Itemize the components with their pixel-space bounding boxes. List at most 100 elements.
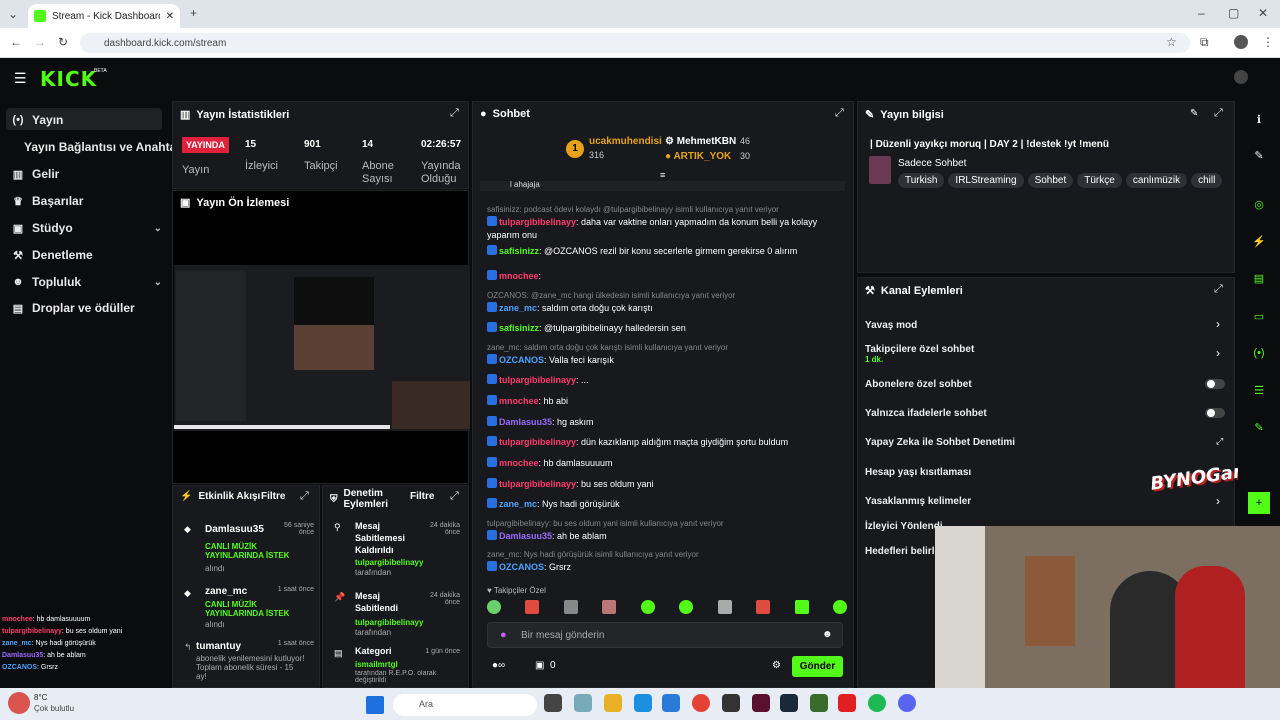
- expand-icon[interactable]: ⤢: [835, 107, 844, 120]
- mod-filter-button[interactable]: Filtre: [410, 491, 434, 502]
- extensions-icon[interactable]: ⧉: [1200, 35, 1209, 50]
- edit-icon[interactable]: ✎: [1190, 108, 1198, 119]
- new-tab-icon[interactable]: +: [190, 6, 197, 20]
- app-icon[interactable]: [810, 694, 828, 712]
- chat-username[interactable]: OZCANOS: [499, 355, 544, 365]
- send-button[interactable]: Gönder: [792, 656, 843, 677]
- chat-username[interactable]: mnochee: [499, 271, 539, 281]
- app-icon[interactable]: [662, 694, 680, 712]
- emote-icon[interactable]: [794, 600, 809, 614]
- obs-icon[interactable]: [722, 694, 740, 712]
- expand-icon[interactable]: ⤢: [450, 490, 459, 503]
- app-icon[interactable]: [574, 694, 592, 712]
- edge-icon[interactable]: [634, 694, 652, 712]
- ai-moderation-setting[interactable]: Yapay Zeka ile Sohbet Denetimi: [865, 437, 1015, 448]
- tab-close-icon[interactable]: ✕: [166, 11, 174, 22]
- taskbar-search[interactable]: Ara: [393, 694, 537, 716]
- taskview-icon[interactable]: [544, 694, 562, 712]
- chat-username[interactable]: tulpargibibelinayy: [499, 437, 576, 447]
- set-goals-setting[interactable]: Hedefleri belirle: [865, 546, 940, 557]
- sidebar-item-studyo[interactable]: ▣ Stüdyo ⌄: [12, 221, 162, 235]
- chat-username[interactable]: tulpargibibelinayy: [499, 479, 576, 489]
- emote-icon[interactable]: [640, 600, 655, 614]
- account-age-setting[interactable]: Hesap yaşı kısıtlaması: [865, 467, 971, 478]
- discord-icon[interactable]: [898, 694, 916, 712]
- chevron-right-icon[interactable]: ›: [1216, 317, 1220, 331]
- pencil-icon[interactable]: ✎: [1248, 144, 1270, 166]
- emote-only-toggle[interactable]: [1205, 408, 1225, 418]
- emote-icon[interactable]: [525, 600, 540, 614]
- expand-icon[interactable]: ⤢: [450, 107, 459, 120]
- chat-username[interactable]: safisinizz: [499, 323, 539, 333]
- chat-input[interactable]: ● Bir mesaj gönderin ☻: [487, 622, 843, 648]
- chat-username[interactable]: Damlasuu35: [499, 417, 552, 427]
- chat-username[interactable]: Damlasuu35: [499, 531, 552, 541]
- chat-icon[interactable]: ▭: [1248, 305, 1270, 327]
- chat-username[interactable]: tulpargibibelinayy: [499, 375, 576, 385]
- weather-icon[interactable]: [8, 692, 30, 714]
- emote-icon[interactable]: [679, 600, 694, 614]
- expand-icon[interactable]: ⤢: [1214, 283, 1223, 296]
- chat-username[interactable]: zane_mc: [499, 303, 537, 313]
- emote-icon[interactable]: [487, 600, 501, 614]
- expand-icon[interactable]: ⤢: [1214, 107, 1223, 120]
- sidebar-item-stream-key[interactable]: Yayın Bağlantısı ve Anahtarı: [24, 140, 184, 154]
- external-link-icon[interactable]: ⤢: [1216, 436, 1223, 447]
- emoji-icon[interactable]: ☻: [822, 629, 833, 640]
- pinned-toggle-icon[interactable]: ≡: [660, 170, 665, 180]
- community-icon[interactable]: ●∞: [492, 660, 505, 671]
- expand-icon[interactable]: ⤢: [300, 490, 309, 503]
- add-widget-icon[interactable]: +: [1248, 492, 1270, 514]
- emote-icon[interactable]: [602, 600, 617, 614]
- chat-username[interactable]: zane_mc: [499, 499, 537, 509]
- profile-avatar[interactable]: [1234, 35, 1248, 49]
- chat-username[interactable]: mnochee: [499, 396, 539, 406]
- subs-only-setting[interactable]: Abonelere özel sohbet: [865, 379, 972, 390]
- spotify-icon[interactable]: [868, 694, 886, 712]
- wrench-icon[interactable]: ✎: [1248, 416, 1270, 438]
- chat-username[interactable]: mnochee: [499, 458, 539, 468]
- close-window-icon[interactable]: ✕: [1258, 6, 1268, 20]
- hamburger-menu-icon[interactable]: ☰: [14, 70, 27, 87]
- maximize-icon[interactable]: ▢: [1228, 6, 1239, 20]
- sidebar-item-yayin[interactable]: (•) Yayın: [12, 113, 162, 127]
- sidebar-item-basarilar[interactable]: ♛ Başarılar: [12, 194, 162, 208]
- tab-list-icon[interactable]: ⌄: [8, 7, 18, 21]
- sidebar-item-denetleme[interactable]: ⚒ Denetleme: [12, 248, 162, 262]
- stats-icon[interactable]: ▤: [1248, 267, 1270, 289]
- emote-icon[interactable]: [756, 600, 771, 614]
- followers-only-setting[interactable]: Takipçilere özel sohbet: [865, 344, 974, 355]
- browser-tab[interactable]: Stream - Kick Dashboard ✕: [28, 4, 180, 28]
- chat-settings-icon[interactable]: ⚙: [772, 660, 781, 671]
- emote-icon[interactable]: [563, 600, 578, 614]
- emote-icon[interactable]: [832, 600, 847, 614]
- chat-username[interactable]: OZCANOS: [499, 562, 544, 572]
- forward-icon[interactable]: →: [34, 35, 46, 49]
- viewer-redirect-setting[interactable]: İzleyici Yönlendi: [865, 521, 943, 532]
- slow-mode-setting[interactable]: Yavaş mod: [865, 320, 917, 331]
- steam-icon[interactable]: [780, 694, 798, 712]
- browser-menu-icon[interactable]: ⋮: [1262, 35, 1274, 49]
- stream-preview-video[interactable]: [174, 265, 470, 431]
- reload-icon[interactable]: ↻: [58, 35, 68, 49]
- sidebar-item-topluluk[interactable]: ☻ Topluluk ⌄: [12, 275, 162, 289]
- user-avatar[interactable]: [1234, 70, 1248, 84]
- emote-only-setting[interactable]: Yalnızca ifadelerle sohbet: [865, 408, 987, 419]
- back-icon[interactable]: ←: [10, 35, 22, 49]
- emote-icon[interactable]: [717, 600, 732, 614]
- chevron-right-icon[interactable]: ›: [1216, 494, 1220, 508]
- chat-username[interactable]: safisinizz: [499, 246, 539, 256]
- activity-filter-button[interactable]: Filtre: [261, 491, 285, 502]
- broadcast-icon[interactable]: (•): [1248, 342, 1270, 364]
- sidebar-item-droplar[interactable]: ▤ Droplar ve ödüller: [12, 301, 162, 315]
- chat-username[interactable]: tulpargibibelinayy: [499, 217, 576, 227]
- explorer-icon[interactable]: [604, 694, 622, 712]
- sidebar-item-gelir[interactable]: ▥ Gelir: [12, 167, 162, 181]
- mic-icon[interactable]: ●: [500, 629, 507, 641]
- address-bar[interactable]: dashboard.kick.com/stream: [80, 33, 1190, 53]
- banned-words-setting[interactable]: Yasaklanmış kelimeler: [865, 496, 971, 507]
- app-icon[interactable]: [752, 694, 770, 712]
- windows-start-icon[interactable]: [366, 696, 384, 714]
- lightning-icon[interactable]: ⚡: [1248, 230, 1270, 252]
- youtube-icon[interactable]: [838, 694, 856, 712]
